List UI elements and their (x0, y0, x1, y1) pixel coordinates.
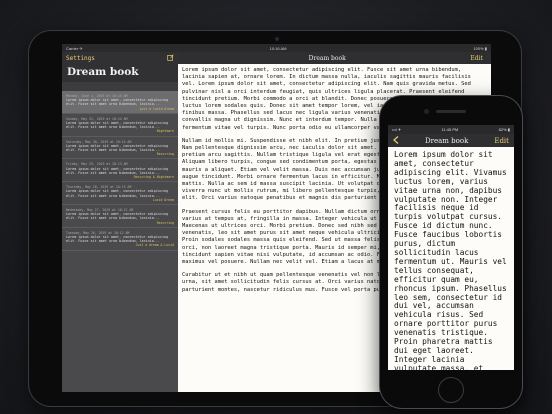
entry-preview: Lorem ipsum dolor sit amet, consectetur … (66, 143, 169, 153)
iphone-status-battery: 82% ▮ (498, 127, 510, 132)
compose-icon[interactable] (167, 53, 174, 63)
entry-preview: Lorem ipsum dolor sit amet, consectetur … (66, 189, 169, 198)
entry-preview: Lorem ipsum dolor sit amet, consectetur … (66, 121, 169, 130)
entry-tag: Recurring & Nightmare (133, 175, 174, 180)
iphone-dream-text[interactable]: Lorem ipsum dolor sit amet, consectetur … (388, 147, 514, 370)
dream-entry-list: Monday, June 1, 2019 at 10:15 AM Lorem ip… (62, 91, 178, 251)
home-button[interactable] (438, 377, 464, 403)
dream-entry[interactable]: Wednesday, May 27, 2019 at 10:12 AM Lorem… (62, 205, 178, 228)
status-time: 10:16 AM (269, 45, 287, 51)
iphone-status-bar: ••ıl ✈ 11:45 PM 82% ▮ (388, 125, 514, 134)
status-carrier: Carrier ✈ (66, 45, 83, 51)
entry-preview: Lorem ipsum dolor sit amet, consectetur … (66, 235, 169, 244)
dream-entry[interactable]: Tuesday, May 26, 2019 at 10:12 AM Lorem i… (62, 228, 178, 251)
iphone-camera (424, 109, 429, 114)
entry-tag: Lucid Dream (152, 197, 174, 202)
iphone-speaker (436, 110, 466, 113)
dream-entry[interactable]: Saturday, May 30, 2019 at 10:14 AM Lorem … (62, 137, 178, 160)
entry-tag: Nightmare (156, 129, 174, 134)
dream-entry[interactable]: Thursday, May 28, 2019 at 10:13 AM Lorem … (62, 182, 178, 206)
iphone-status-time: 11:45 PM (441, 127, 459, 132)
dream-list-sidebar: Settings Dream book Monday, June 1, 2019… (62, 52, 178, 392)
dream-entry[interactable]: Sunday, May 31, 2019 at 10:14 AM Lorem ip… (62, 114, 178, 137)
iphone-status-signal: ••ıl ✈ (392, 127, 402, 132)
sidebar-search-bar[interactable] (62, 82, 178, 91)
iphone-title: Dream book (425, 136, 469, 145)
settings-button[interactable]: Settings (66, 55, 95, 62)
entry-tag: Just a dream & Lucid (135, 243, 174, 248)
entry-tag: Recurring (156, 152, 174, 157)
entry-preview: Lorem ipsum dolor sit amet, consectetur … (66, 212, 169, 221)
edit-button[interactable]: Edit (470, 55, 483, 62)
iphone-edit-button[interactable]: Edit (494, 137, 509, 145)
entry-preview: Lorem ipsum dolor sit amet, consectetur … (66, 166, 169, 175)
dream-entry[interactable]: Monday, June 1, 2019 at 10:15 AM Lorem ip… (62, 91, 178, 114)
sidebar-toolbar: Settings (62, 52, 178, 64)
status-battery: 100% ▮ (473, 45, 487, 51)
ipad-camera (275, 37, 279, 41)
ipad-status-bar: Carrier ✈ 10:16 AM 100% ▮ (62, 44, 491, 52)
chevron-left-icon[interactable] (393, 135, 399, 146)
iphone-screen: ••ıl ✈ 11:45 PM 82% ▮ Dream book Edit Lo… (388, 125, 514, 370)
sidebar-title: Dream book (62, 64, 178, 82)
entry-tag: Recurring (156, 220, 174, 225)
entry-preview: Lorem ipsum dolor sit amet, consectetur … (66, 98, 169, 107)
detail-title: Dream book (308, 54, 346, 62)
entry-tag: just a lucid dream (139, 106, 174, 111)
dream-entry[interactable]: Friday, May 29, 2019 at 10:13 AM Lorem ip… (62, 159, 178, 183)
detail-navbar: Dream book Edit (178, 52, 491, 64)
iphone-device: ••ıl ✈ 11:45 PM 82% ▮ Dream book Edit Lo… (380, 96, 522, 408)
iphone-navbar: Dream book Edit (388, 134, 514, 147)
